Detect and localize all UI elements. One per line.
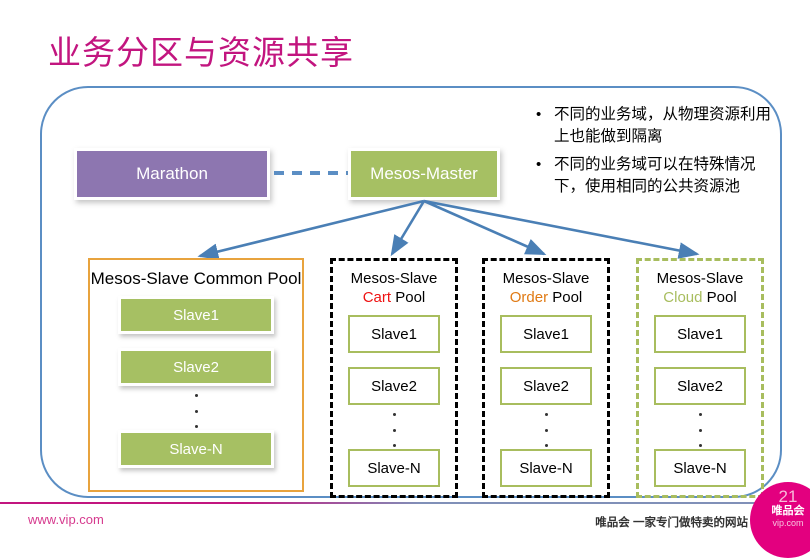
- slave-node[interactable]: Slave1: [500, 315, 592, 353]
- bullet-text: 不同的业务域可以在特殊情况下，使用相同的公共资源池: [554, 156, 756, 195]
- bullet-list: • 不同的业务域，从物理资源利用上也能做到隔离 • 不同的业务域可以在特殊情况下…: [536, 104, 784, 204]
- pool-title: Mesos-Slave Cloud Pool: [639, 261, 761, 307]
- vertical-ellipsis-icon: [333, 413, 455, 447]
- bullet-item: • 不同的业务域，从物理资源利用上也能做到隔离: [536, 104, 784, 148]
- brand-name-cn: 唯品会: [771, 505, 805, 517]
- pool-title-line1: Mesos-Slave: [350, 270, 438, 287]
- slave-node[interactable]: Slave2: [500, 367, 592, 405]
- slave-node[interactable]: Slave-N: [348, 449, 440, 487]
- brand-site: vip.com: [772, 518, 804, 528]
- pool-tag-cloud: Cloud: [663, 289, 703, 306]
- bullet-marker-icon: •: [536, 156, 542, 173]
- footer-divider: [0, 502, 810, 504]
- slave-node[interactable]: Slave-N: [118, 430, 274, 468]
- pool-title-line1: Mesos-Slave Common: [90, 269, 263, 288]
- pool-title: Mesos-Slave Order Pool: [485, 261, 607, 307]
- slave-node[interactable]: Slave2: [654, 367, 746, 405]
- vertical-ellipsis-icon: [90, 394, 302, 428]
- pool-title-line2: Pool: [552, 289, 583, 306]
- slave-node[interactable]: Slave-N: [654, 449, 746, 487]
- pool-title-line2: Pool: [706, 289, 737, 306]
- slave-list: Slave1 Slave2 Slave-N: [333, 315, 455, 487]
- pool-title: Mesos-Slave Common Pool: [90, 260, 302, 288]
- slave-node[interactable]: Slave1: [654, 315, 746, 353]
- slave-node[interactable]: Slave1: [118, 296, 274, 334]
- slave-node[interactable]: Slave2: [118, 348, 274, 386]
- bullet-text: 不同的业务域，从物理资源利用上也能做到隔离: [554, 106, 772, 145]
- node-mesos-master[interactable]: Mesos-Master: [348, 148, 500, 200]
- marathon-master-connector: [274, 171, 348, 175]
- pool-title-line2: Pool: [267, 269, 302, 288]
- footer-url[interactable]: www.vip.com: [28, 512, 104, 527]
- slave-node[interactable]: Slave-N: [500, 449, 592, 487]
- slave-list: Slave1 Slave2 Slave-N: [90, 296, 302, 468]
- vertical-ellipsis-icon: [485, 413, 607, 447]
- pool-cloud[interactable]: Mesos-Slave Cloud Pool Slave1 Slave2 Sla…: [636, 258, 764, 498]
- vertical-ellipsis-icon: [639, 413, 761, 447]
- pool-tag-order: Order: [509, 289, 549, 306]
- pool-tag-cart: Cart: [362, 289, 392, 306]
- slave-list: Slave1 Slave2 Slave-N: [639, 315, 761, 487]
- footer-tagline: 唯品会 一家专门做特卖的网站: [595, 517, 748, 529]
- slave-list: Slave1 Slave2 Slave-N: [485, 315, 607, 487]
- pool-cart[interactable]: Mesos-Slave Cart Pool Slave1 Slave2 Slav…: [330, 258, 458, 498]
- page-number-badge: 21 唯品会 vip.com: [750, 482, 810, 558]
- pool-order[interactable]: Mesos-Slave Order Pool Slave1 Slave2 Sla…: [482, 258, 610, 498]
- pool-title-line2: Pool: [395, 289, 426, 306]
- bullet-item: • 不同的业务域可以在特殊情况下，使用相同的公共资源池: [536, 154, 784, 198]
- pool-title-line1: Mesos-Slave: [656, 270, 744, 287]
- slave-node[interactable]: Slave1: [348, 315, 440, 353]
- bullet-marker-icon: •: [536, 106, 542, 123]
- page-number: 21: [778, 487, 798, 506]
- slave-node[interactable]: Slave2: [348, 367, 440, 405]
- pool-common[interactable]: Mesos-Slave Common Pool Slave1 Slave2 Sl…: [88, 258, 304, 492]
- pool-title-line1: Mesos-Slave: [502, 270, 590, 287]
- page-title: 业务分区与资源共享: [48, 34, 354, 71]
- node-marathon[interactable]: Marathon: [74, 148, 270, 200]
- pool-title: Mesos-Slave Cart Pool: [333, 261, 455, 307]
